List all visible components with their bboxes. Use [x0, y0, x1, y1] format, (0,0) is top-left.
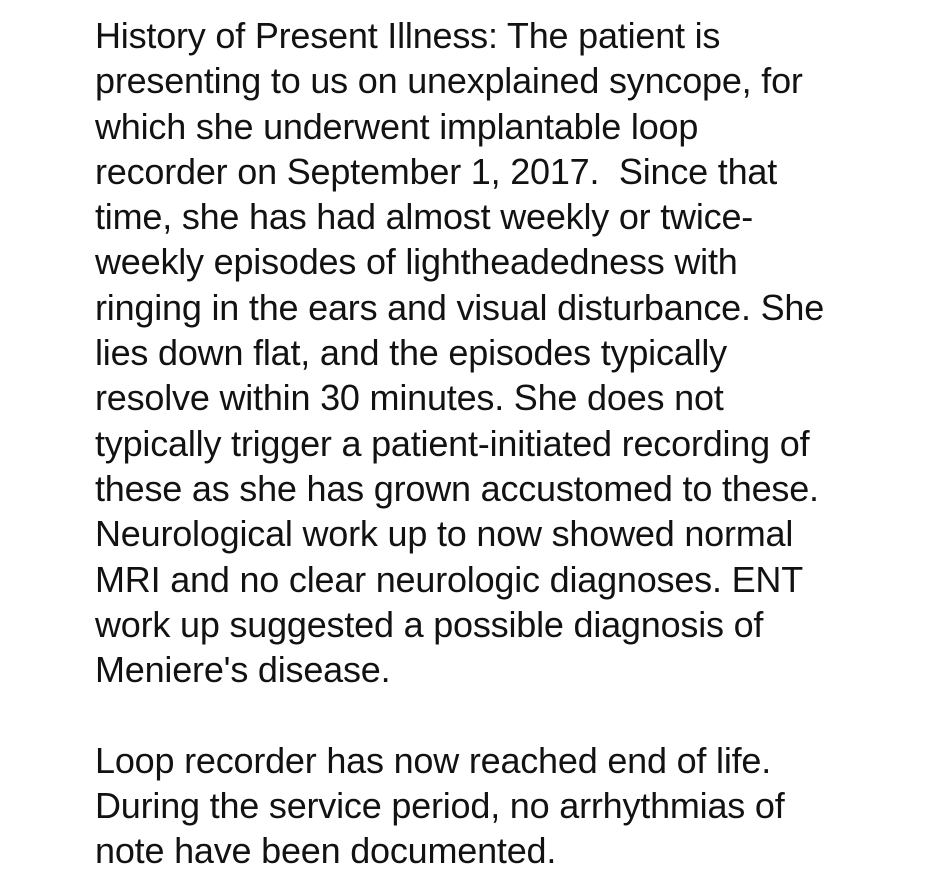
history-paragraph: History of Present Illness: The patient …: [95, 13, 925, 692]
note-line: typically trigger a patient-initiated re…: [95, 422, 810, 464]
note-line: History of Present Illness: The patient …: [95, 15, 721, 56]
note-line: note have been documented.: [95, 830, 557, 872]
note-line: MRI and no clear neurologic diagnoses. E…: [95, 558, 803, 600]
clinical-note: History of Present Illness: The patient …: [95, 13, 925, 874]
note-line: recorder on September 1, 2017. Since tha…: [95, 150, 778, 192]
note-line: time, she has had almost weekly or twice…: [95, 196, 754, 238]
note-line: Loop recorder has now reached end of lif…: [95, 739, 772, 781]
note-line: ringing in the ears and visual disturban…: [95, 286, 825, 328]
note-line: work up suggested a possible diagnosis o…: [95, 603, 764, 645]
note-line: Meniere's disease.: [95, 649, 391, 691]
note-line: During the service period, no arrhythmia…: [95, 785, 785, 827]
note-line: presenting to us on unexplained syncope,…: [95, 60, 803, 102]
loop-recorder-paragraph: Loop recorder has now reached end of lif…: [95, 738, 925, 874]
note-line: weekly episodes of lightheadedness with: [95, 241, 738, 283]
note-line: these as she has grown accustomed to the…: [95, 467, 819, 509]
note-line: resolve within 30 minutes. She does not: [95, 377, 724, 419]
note-line: which she underwent implantable loop: [95, 105, 699, 147]
note-line: Neurological work up to now showed norma…: [95, 513, 794, 555]
note-line: lies down flat, and the episodes typical…: [95, 332, 727, 374]
